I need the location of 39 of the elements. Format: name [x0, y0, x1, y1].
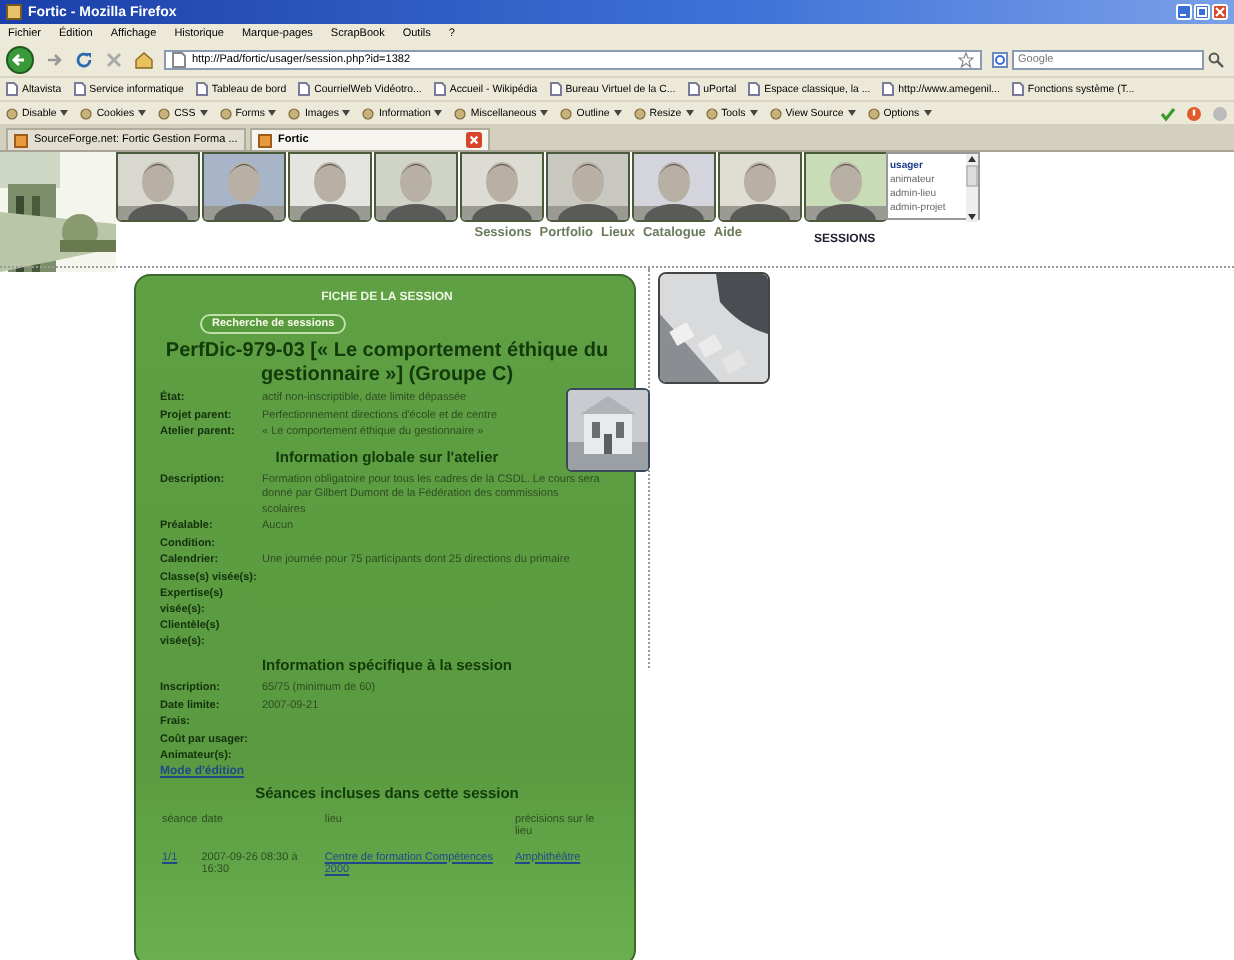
caret-icon — [60, 110, 69, 116]
dot-icon — [454, 107, 467, 119]
star-icon[interactable] — [958, 52, 974, 68]
home-icon[interactable] — [134, 50, 154, 70]
dot-icon — [633, 107, 646, 119]
dot-icon — [362, 107, 375, 119]
caret-icon — [613, 110, 622, 116]
session-title: PerfDic-979-03 [« Le comportement éthique du gestionnaire »] (Groupe C) — [163, 340, 611, 388]
back-icon[interactable] — [6, 46, 34, 74]
caret-icon — [685, 110, 694, 116]
caret-icon — [847, 110, 856, 116]
dot-icon — [288, 107, 301, 119]
minimize-icon[interactable] — [1176, 4, 1192, 20]
dot-icon — [6, 107, 18, 119]
caret-icon — [342, 110, 351, 116]
forward-icon[interactable] — [44, 50, 64, 70]
caret-icon — [923, 110, 932, 116]
app-icon — [6, 4, 22, 20]
dot-icon — [560, 107, 573, 119]
caret-icon — [199, 110, 208, 116]
dot-icon — [769, 107, 782, 119]
dot-icon — [158, 107, 171, 119]
dot-icon — [867, 107, 880, 119]
close-icon[interactable] — [466, 132, 482, 148]
dot-icon — [80, 107, 93, 119]
scrollbar[interactable] — [966, 154, 978, 222]
reload-icon[interactable] — [74, 50, 94, 70]
caret-icon — [138, 110, 147, 116]
caret-icon — [540, 110, 549, 116]
caret-icon — [749, 110, 758, 116]
caret-icon — [434, 110, 443, 116]
search-icon[interactable] — [1208, 52, 1224, 68]
close-icon[interactable] — [1212, 4, 1228, 20]
caret-icon — [268, 110, 277, 116]
dot-icon — [705, 107, 718, 119]
error-icon[interactable] — [1186, 105, 1202, 121]
dot-icon — [219, 107, 232, 119]
maximize-icon[interactable] — [1194, 4, 1210, 20]
check-icon[interactable] — [1160, 105, 1176, 121]
